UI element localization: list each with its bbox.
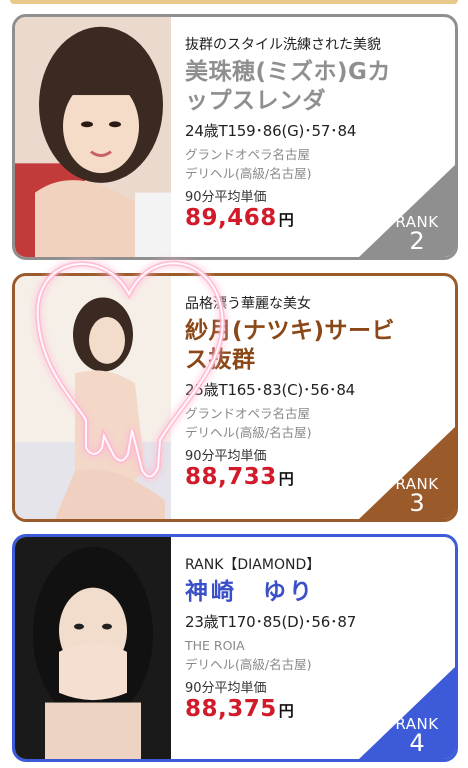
profile-specs: 23歳T170･85(D)･56･87: [185, 613, 357, 631]
profile-photo[interactable]: [15, 17, 171, 257]
profile-name-line2[interactable]: ップスレンダ: [185, 87, 447, 116]
catchphrase: 品格漂う華麗な美女: [185, 296, 311, 312]
profile-name[interactable]: 神崎 ゆり: [185, 578, 447, 607]
ranking-card-4[interactable]: RANK【DIAMOND】 神崎 ゆり 23歳T170･85(D)･56･87 …: [12, 534, 458, 762]
currency-label: 円: [278, 470, 294, 488]
currency-label: 円: [278, 211, 294, 229]
profile-photo[interactable]: [15, 276, 171, 519]
profile-name-line1[interactable]: 美珠穂(ミズホ)Gカ: [185, 58, 447, 87]
top-divider: [0, 0, 468, 6]
avg-price: 88,733: [185, 464, 277, 490]
shop-name: グランドオペラ名古屋: [185, 406, 311, 421]
rank-number: 2: [409, 227, 425, 255]
profile-photo[interactable]: [15, 537, 171, 759]
rank-badge: RANK 4: [359, 667, 455, 759]
profile-specs: 25歳T165･83(C)･56･84: [185, 381, 356, 399]
shop-name: グランドオペラ名古屋: [185, 147, 311, 162]
rank-number: 3: [409, 489, 425, 517]
profile-name-line2[interactable]: ス抜群: [185, 346, 447, 375]
ranking-card-3[interactable]: 品格漂う華麗な美女 紗月(ナツキ)サービ ス抜群 25歳T165･83(C)･5…: [12, 273, 458, 522]
currency-label: 円: [278, 702, 294, 720]
avg-price: 88,375: [185, 696, 277, 722]
catchphrase: RANK【DIAMOND】: [185, 557, 321, 573]
shop-name: THE ROIA: [185, 638, 245, 653]
rank-badge: RANK 2: [359, 165, 455, 257]
profile-specs: 24歳T159･86(G)･57･84: [185, 122, 357, 140]
profile-name-line1[interactable]: 紗月(ナツキ)サービ: [185, 317, 447, 346]
ranking-card-2[interactable]: 抜群のスタイル洗練された美貌 美珠穂(ミズホ)Gカ ップスレンダ 24歳T159…: [12, 14, 458, 260]
avg-price: 89,468: [185, 205, 277, 231]
catchphrase: 抜群のスタイル洗練された美貌: [185, 37, 381, 53]
rank-number: 4: [409, 729, 425, 757]
rank-badge: RANK 3: [359, 427, 455, 519]
